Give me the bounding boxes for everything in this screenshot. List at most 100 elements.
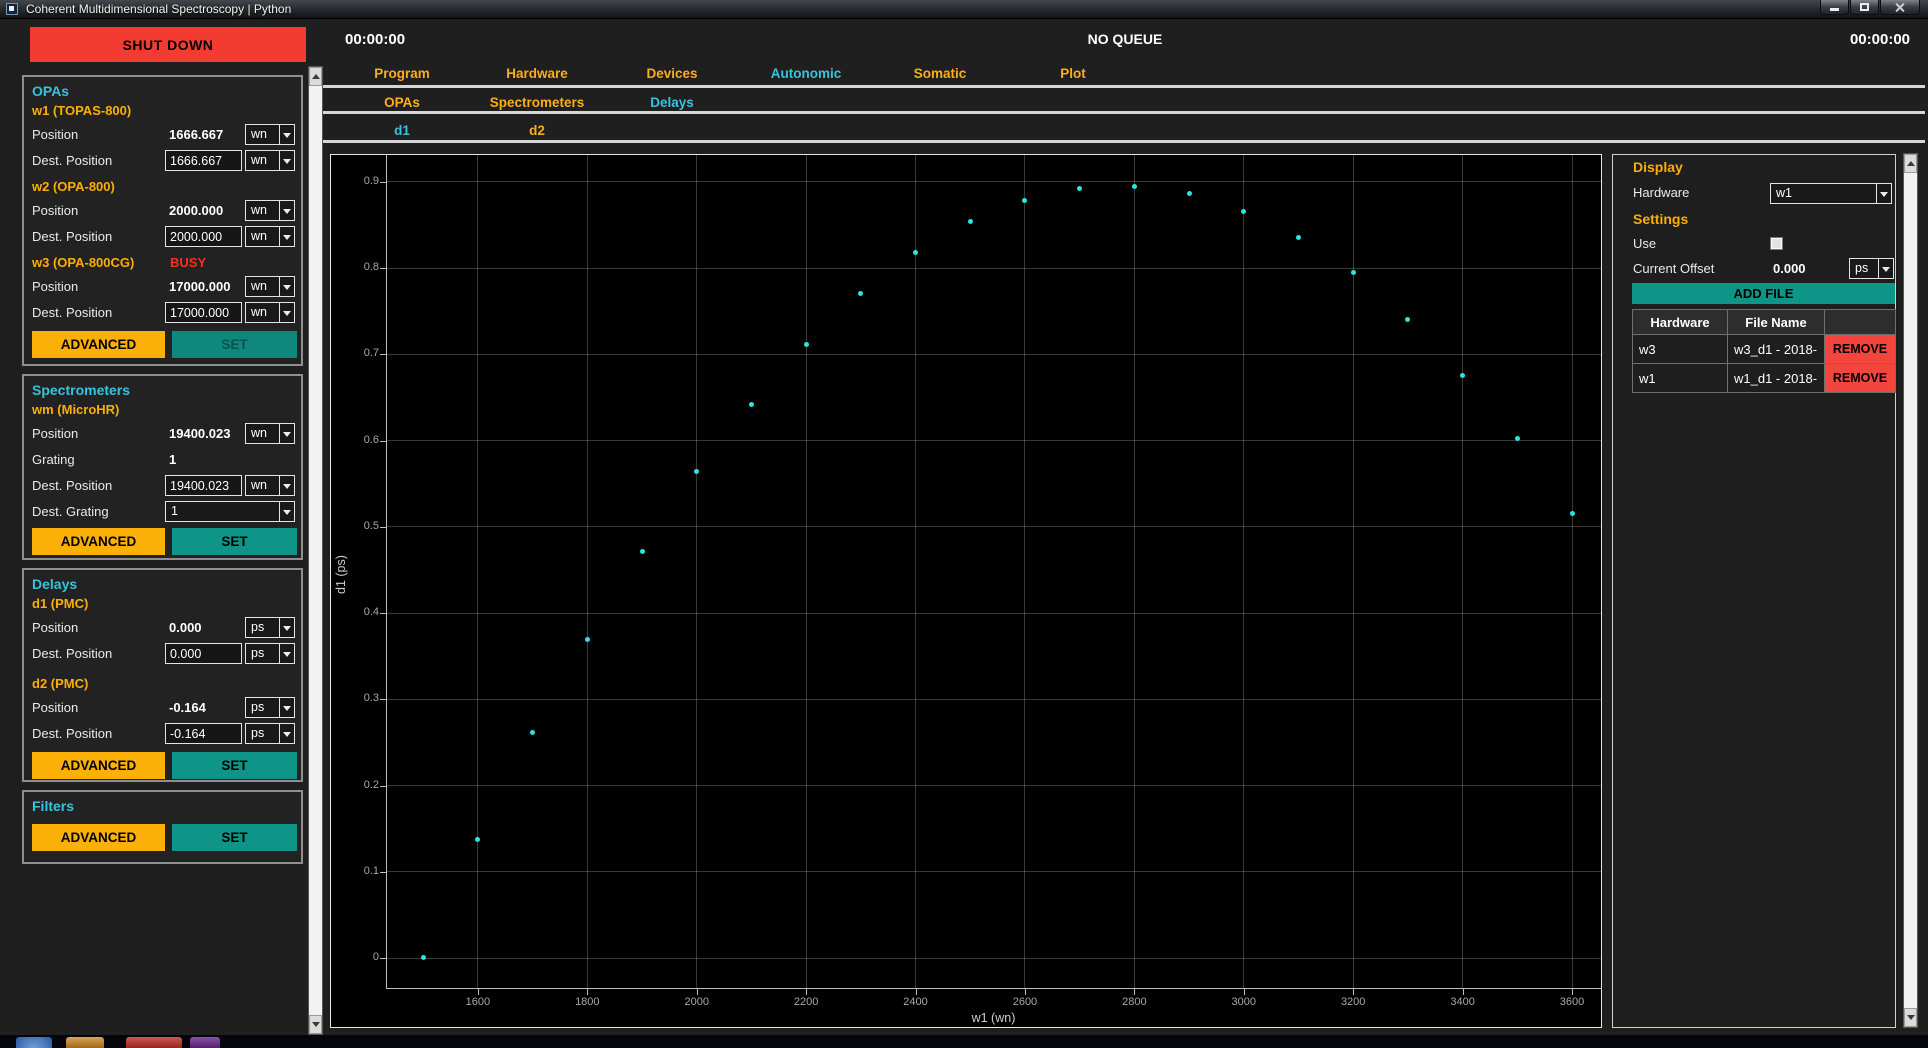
gridline [387, 785, 1601, 786]
chevron-down-icon[interactable] [279, 644, 294, 663]
orange-app-icon[interactable] [66, 1037, 104, 1048]
filters-set-button[interactable]: SET [172, 824, 297, 851]
gray-app-icon[interactable] [312, 1037, 350, 1048]
wm-dest-input[interactable] [165, 475, 242, 496]
d2-position-label: Position [32, 700, 78, 715]
w1-position-units-select[interactable]: wn [245, 124, 295, 145]
tab-somatic[interactable]: Somatic [914, 66, 967, 81]
chevron-down-icon[interactable] [1876, 184, 1891, 203]
plot-canvas[interactable]: 1600180020002200240026002800300032003400… [386, 155, 1601, 989]
w3-position-units-select[interactable]: wn [245, 276, 295, 297]
delays-set-button[interactable]: SET [172, 752, 297, 779]
wm-position-units-select[interactable]: wn [245, 423, 295, 444]
tab-d1[interactable]: d1 [394, 123, 410, 138]
x-tick-label: 3400 [1433, 996, 1493, 1008]
w2-position-units-select[interactable]: wn [245, 200, 295, 221]
x-tick-mark [1353, 989, 1354, 995]
w3-dest-input[interactable] [165, 302, 242, 323]
chevron-down-icon[interactable] [279, 151, 294, 170]
data-point [1022, 198, 1027, 203]
gridline [477, 155, 478, 988]
chevron-down-icon[interactable] [279, 424, 294, 443]
offset-units-select[interactable]: ps [1849, 258, 1894, 279]
chevron-down-icon[interactable] [279, 724, 294, 743]
wm-grating-label: Grating [32, 452, 75, 467]
minimize-button[interactable] [1820, 0, 1849, 15]
sidebar-scrollbar[interactable] [308, 66, 323, 1035]
chevron-down-icon[interactable] [279, 502, 294, 521]
data-point [1132, 184, 1137, 189]
tab-program[interactable]: Program [374, 66, 430, 81]
remove-file-button[interactable]: REMOVE [1825, 335, 1895, 363]
tab-d2[interactable]: d2 [529, 123, 545, 138]
d1-dest-units-select[interactable]: ps [245, 643, 295, 664]
w2-dest-input[interactable] [165, 226, 242, 247]
remove-file-button[interactable]: REMOVE [1825, 364, 1895, 392]
blue-app-icon[interactable] [16, 1037, 52, 1048]
w3-dest-units-select[interactable]: wn [245, 302, 295, 323]
tab-hardware[interactable]: Hardware [506, 66, 568, 81]
tab-spectrometers[interactable]: Spectrometers [490, 95, 585, 110]
column-header-action [1825, 310, 1896, 335]
chevron-down-icon[interactable] [279, 618, 294, 637]
chevron-down-icon[interactable] [279, 227, 294, 246]
close-button[interactable] [1880, 0, 1920, 15]
chevron-down-icon[interactable] [279, 277, 294, 296]
data-point [749, 402, 754, 407]
wm-dest-units-select[interactable]: wn [245, 475, 295, 496]
data-point [1077, 186, 1082, 191]
d1-position-value: 0.000 [169, 620, 245, 635]
chevron-down-icon[interactable] [279, 201, 294, 220]
hardware-select[interactable]: w1 [1770, 183, 1892, 204]
w2-dest-units-select[interactable]: wn [245, 226, 295, 247]
x-tick-mark [587, 989, 588, 995]
chevron-down-icon[interactable] [1878, 259, 1893, 278]
chevron-down-icon[interactable] [279, 476, 294, 495]
data-point [1570, 511, 1575, 516]
w1-dest-units-select[interactable]: wn [245, 150, 295, 171]
panel-scrollbar[interactable] [1903, 153, 1918, 1028]
w1-dest-input[interactable] [165, 150, 242, 171]
chevron-down-icon[interactable] [279, 698, 294, 717]
chevron-down-icon[interactable] [279, 303, 294, 322]
scroll-down-icon[interactable] [1904, 1008, 1917, 1027]
filters-advanced-button[interactable]: ADVANCED [32, 824, 165, 851]
x-tick-label: 3200 [1323, 996, 1383, 1008]
gridline [696, 155, 697, 988]
y-tick-mark [380, 699, 386, 700]
use-checkbox[interactable] [1770, 237, 1783, 250]
d1-dest-input[interactable] [165, 643, 242, 664]
tab-autonomic[interactable]: Autonomic [771, 66, 842, 81]
d2-dest-input[interactable] [165, 723, 242, 744]
gridline [387, 958, 1601, 959]
spectrometers-advanced-button[interactable]: ADVANCED [32, 528, 165, 555]
restore-button[interactable] [1850, 0, 1879, 15]
tab-devices[interactable]: Devices [646, 66, 697, 81]
tab-plot[interactable]: Plot [1060, 66, 1086, 81]
purple-app-icon[interactable] [190, 1037, 220, 1048]
chevron-down-icon[interactable] [279, 125, 294, 144]
x-tick-label: 1600 [448, 996, 508, 1008]
tab-opas[interactable]: OPAs [384, 95, 420, 110]
delays-advanced-button[interactable]: ADVANCED [32, 752, 165, 779]
gridline [587, 155, 588, 988]
tab-delays[interactable]: Delays [650, 95, 694, 110]
spectrometers-set-button[interactable]: SET [172, 528, 297, 555]
opas-set-button[interactable]: SET [172, 331, 297, 358]
cell-hardware: w1 [1633, 364, 1728, 393]
shutdown-button[interactable]: SHUT DOWN [30, 27, 306, 62]
add-file-button[interactable]: ADD FILE [1632, 283, 1895, 304]
d2-dest-units-select[interactable]: ps [245, 723, 295, 744]
d1-position-units-select[interactable]: ps [245, 617, 295, 638]
scroll-up-icon[interactable] [309, 67, 322, 86]
spectrometers-group-title: Spectrometers [32, 382, 130, 398]
table-row: w3 w3_d1 - 2018- REMOVE [1633, 335, 1896, 364]
scroll-down-icon[interactable] [309, 1015, 322, 1034]
scroll-up-icon[interactable] [1904, 154, 1917, 173]
gridline [387, 440, 1601, 441]
opas-advanced-button[interactable]: ADVANCED [32, 331, 165, 358]
red-app-icon[interactable] [126, 1037, 182, 1048]
cell-hardware: w3 [1633, 335, 1728, 364]
d2-position-units-select[interactable]: ps [245, 697, 295, 718]
wm-dest-grating-select[interactable]: 1 [165, 501, 295, 522]
